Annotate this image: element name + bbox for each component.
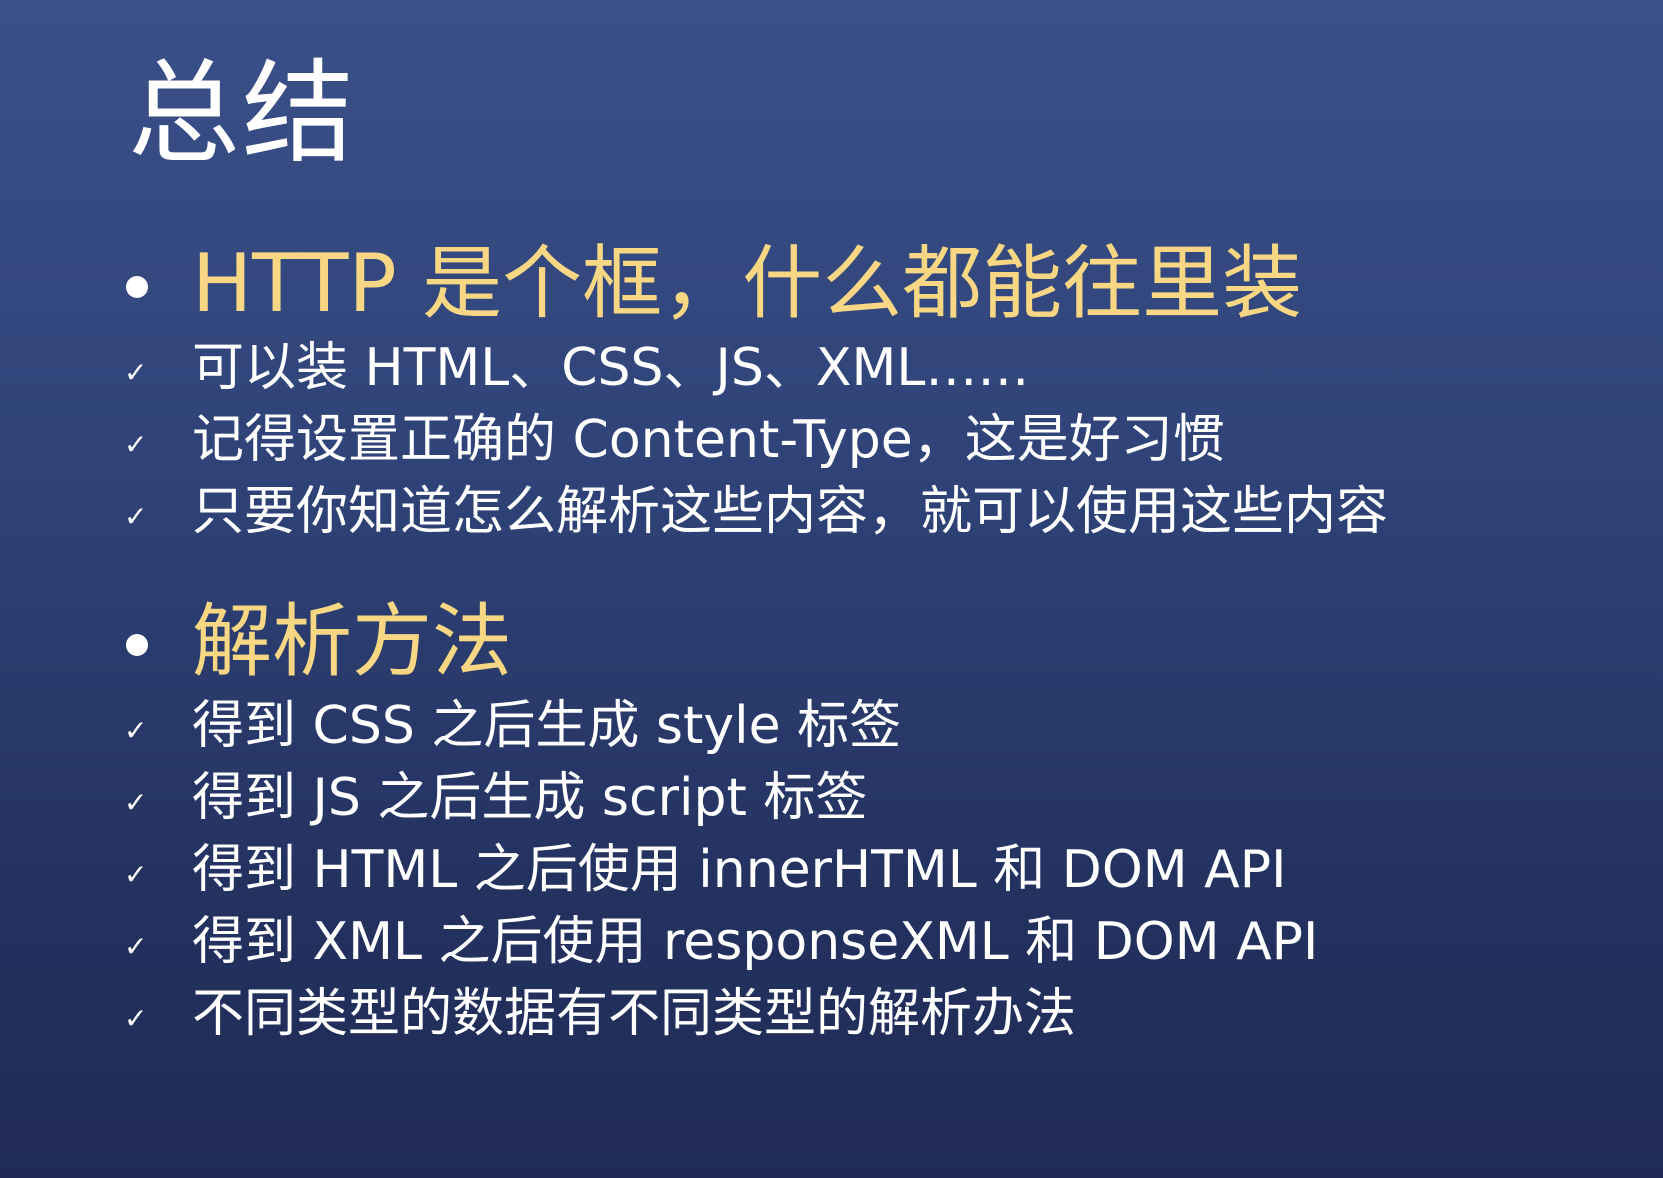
check-icon: ✓ — [124, 930, 148, 963]
check-icon: ✓ — [124, 356, 148, 389]
section-heading: HTTP 是个框，什么都能往里装 — [192, 237, 1303, 330]
check-icon: ✓ — [124, 1002, 148, 1035]
list-item-text: 得到 JS 之后生成 script 标签 — [192, 768, 868, 828]
check-icon: ✓ — [124, 786, 148, 819]
section-heading: 解析方法 — [192, 595, 512, 688]
list-item-text: 只要你知道怎么解析这些内容，就可以使用这些内容 — [192, 482, 1389, 542]
list-item-text: 得到 HTML 之后使用 innerHTML 和 DOM API — [192, 840, 1287, 900]
check-icon: ✓ — [124, 714, 148, 747]
check-icon: ✓ — [124, 500, 148, 533]
list-item-text: 可以装 HTML、CSS、JS、XML…… — [192, 338, 1030, 398]
slide: 总结 HTTP 是个框，什么都能往里装 ✓ 可以装 HTML、CSS、JS、XM… — [0, 0, 1663, 1178]
list-item-text: 不同类型的数据有不同类型的解析办法 — [192, 984, 1077, 1044]
bullet-dot-icon — [126, 634, 148, 656]
bullet-dot-icon — [126, 276, 148, 298]
check-icon: ✓ — [124, 858, 148, 891]
list-item-text: 得到 XML 之后使用 responseXML 和 DOM API — [192, 912, 1319, 972]
list-item-text: 得到 CSS 之后生成 style 标签 — [192, 696, 902, 756]
check-icon: ✓ — [124, 428, 148, 461]
slide-title: 总结 — [128, 49, 356, 179]
list-item-text: 记得设置正确的 Content-Type，这是好习惯 — [192, 410, 1225, 470]
